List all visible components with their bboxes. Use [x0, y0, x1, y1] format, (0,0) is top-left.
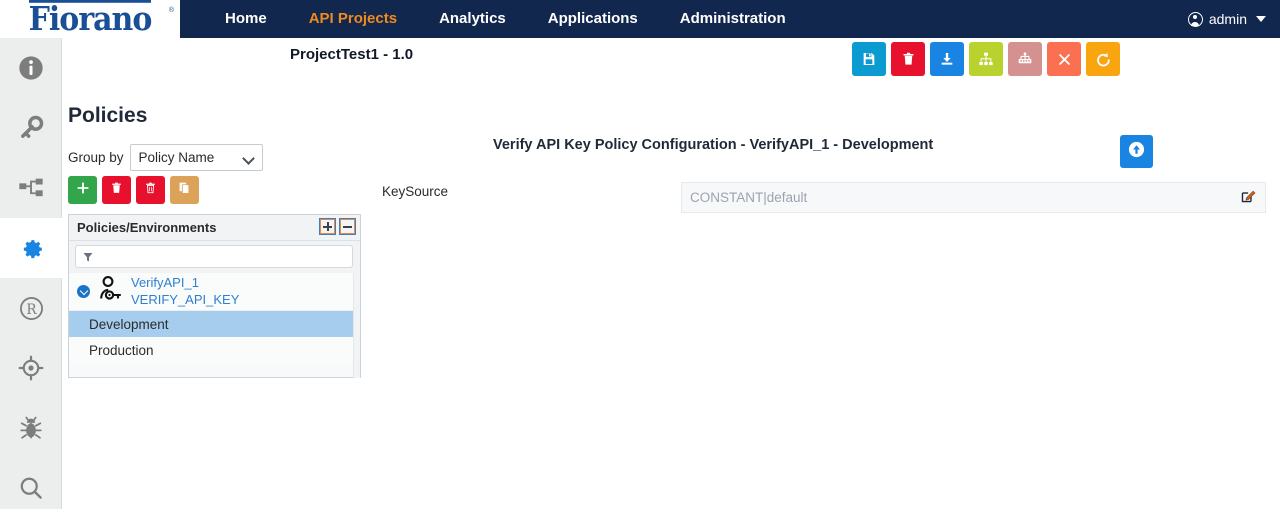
- bug-icon: [17, 414, 45, 442]
- edit-pencil-icon: [1240, 187, 1257, 209]
- minus-icon-bar: [343, 226, 352, 228]
- rail-item-keys[interactable]: [0, 98, 62, 158]
- tree-header: Policies/Environments: [69, 215, 360, 241]
- project-toolbar: [852, 42, 1120, 76]
- chevron-down-icon: [1256, 16, 1266, 22]
- fiorano-logo[interactable]: Fiorano ®: [0, 0, 180, 38]
- tree-node-verifyapi[interactable]: VerifyAPI_1 VERIFY_API_KEY: [69, 273, 360, 311]
- revert-button[interactable]: [1086, 42, 1120, 76]
- delete-all-policies-button[interactable]: [136, 176, 165, 204]
- user-avatar-icon: [1188, 12, 1203, 27]
- rail-item-sitemap[interactable]: [0, 158, 62, 218]
- delete-policy-button[interactable]: [102, 176, 131, 204]
- keysource-field-wrap: [681, 182, 1266, 213]
- tree-body: VerifyAPI_1 VERIFY_API_KEY Development P…: [69, 273, 360, 363]
- nav-item-api-projects[interactable]: API Projects: [288, 0, 418, 38]
- rail-item-registry[interactable]: R: [0, 278, 62, 338]
- upload-config-button[interactable]: [1120, 135, 1153, 168]
- keysource-input[interactable]: [682, 183, 1231, 212]
- expand-all-button[interactable]: [319, 218, 336, 235]
- key-icon: [17, 114, 45, 142]
- nav-item-home[interactable]: Home: [204, 0, 288, 38]
- deploy-button[interactable]: [1008, 42, 1042, 76]
- gear-icon: [18, 235, 45, 262]
- group-by-label: Group by: [68, 150, 124, 165]
- tree-header-buttons: [319, 218, 356, 235]
- group-by-select[interactable]: Policy Name: [130, 144, 263, 171]
- tree-node-name-link[interactable]: VerifyAPI_1: [131, 275, 239, 291]
- tree-scrollbar[interactable]: [353, 273, 360, 378]
- nav-item-applications[interactable]: Applications: [527, 0, 659, 38]
- info-icon: [17, 54, 45, 82]
- trash-icon: [110, 181, 123, 200]
- copy-policy-button[interactable]: [170, 176, 199, 204]
- tree-filter-input[interactable]: [99, 249, 352, 265]
- delete-button[interactable]: [891, 42, 925, 76]
- nav-item-analytics[interactable]: Analytics: [418, 0, 527, 38]
- logo-registered-icon: ®: [169, 7, 174, 14]
- keysource-edit-button[interactable]: [1231, 183, 1265, 212]
- collapse-all-button[interactable]: [339, 218, 356, 235]
- save-button[interactable]: [852, 42, 886, 76]
- save-icon: [861, 51, 877, 67]
- page-title: Policies: [68, 104, 147, 128]
- tree-row-production[interactable]: Production: [69, 337, 360, 363]
- plus-icon-bar-v: [327, 222, 329, 231]
- user-menu[interactable]: admin: [1188, 0, 1266, 38]
- node-expand-toggle-icon[interactable]: [77, 285, 90, 298]
- tree-filter-input-wrap[interactable]: [75, 245, 353, 268]
- rail-item-policies[interactable]: [0, 218, 62, 278]
- download-button[interactable]: [930, 42, 964, 76]
- close-button[interactable]: [1047, 42, 1081, 76]
- chevron-down-icon: [242, 152, 255, 165]
- undo-icon: [1095, 51, 1112, 68]
- sitemap-button[interactable]: [969, 42, 1003, 76]
- rail-item-target[interactable]: [0, 338, 62, 398]
- network-icon: [1017, 51, 1033, 67]
- policies-environments-panel: Policies/Environments: [68, 214, 361, 378]
- tree-node-subname-link[interactable]: VERIFY_API_KEY: [131, 292, 239, 308]
- tree-node-labels: VerifyAPI_1 VERIFY_API_KEY: [131, 275, 239, 308]
- user-name-label: admin: [1209, 11, 1247, 27]
- policy-config-title: Verify API Key Policy Configuration - Ve…: [493, 137, 933, 153]
- close-icon: [1057, 52, 1072, 67]
- arrow-up-circle-icon: [1127, 140, 1146, 164]
- group-by-row: Group by Policy Name: [68, 144, 263, 171]
- add-policy-button[interactable]: [68, 176, 97, 204]
- sitemap-icon: [17, 174, 45, 202]
- keysource-label: KeySource: [382, 184, 448, 199]
- trash-outline-icon: [144, 181, 157, 200]
- sitemap-icon: [978, 51, 994, 67]
- top-navigation-bar: Fiorano ® Home API Projects Analytics Ap…: [0, 0, 1280, 38]
- search-icon: [17, 474, 45, 502]
- svg-text:R: R: [26, 302, 37, 318]
- left-icon-rail: R: [0, 38, 62, 513]
- bottom-strip: [0, 509, 1280, 513]
- nav-items: Home API Projects Analytics Applications…: [204, 0, 807, 38]
- target-icon: [17, 354, 45, 382]
- api-key-user-icon: [95, 274, 125, 309]
- policy-action-buttons: [68, 176, 199, 204]
- group-by-value: Policy Name: [139, 150, 215, 165]
- tree-filter-row: [69, 241, 360, 273]
- tree-row-development[interactable]: Development: [69, 311, 360, 337]
- rail-item-debug[interactable]: [0, 398, 62, 458]
- project-title: ProjectTest1 - 1.0: [290, 46, 413, 63]
- trash-icon: [901, 51, 916, 67]
- logo-text: Fiorano: [29, 0, 152, 38]
- registered-icon: R: [18, 295, 45, 322]
- nav-item-administration[interactable]: Administration: [659, 0, 807, 38]
- copy-icon: [178, 181, 191, 200]
- rail-item-info[interactable]: [0, 38, 62, 98]
- plus-icon: [76, 181, 90, 200]
- filter-icon: [82, 251, 94, 263]
- download-icon: [939, 51, 955, 67]
- tree-header-label: Policies/Environments: [77, 220, 216, 235]
